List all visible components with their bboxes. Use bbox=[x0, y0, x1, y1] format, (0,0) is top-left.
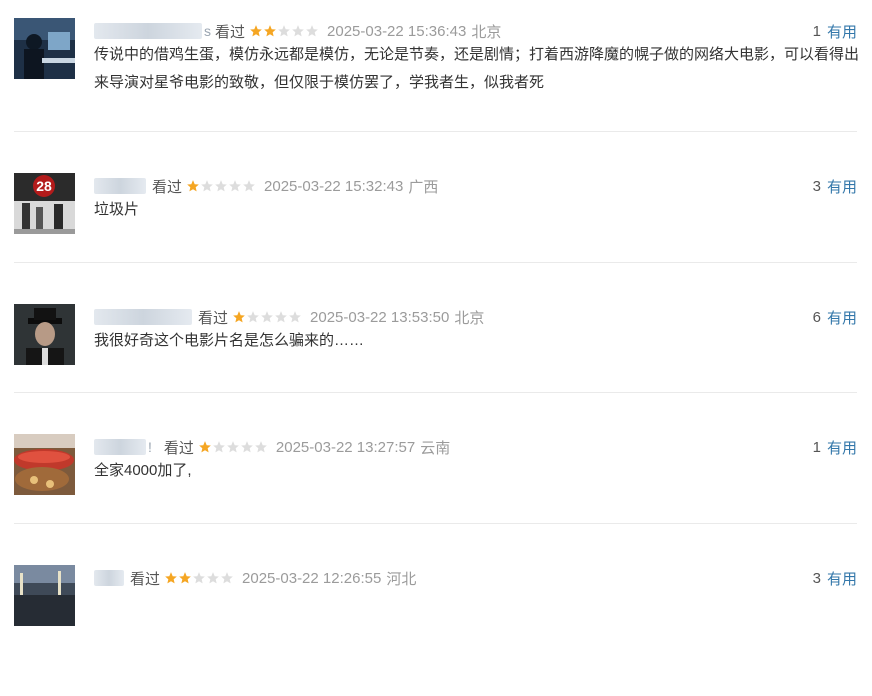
vote-area: 1 有用 bbox=[813, 20, 857, 42]
star-filled-icon bbox=[165, 572, 177, 584]
vote-count: 6 bbox=[812, 308, 821, 326]
comment-location: 北京 bbox=[454, 309, 485, 327]
user-avatar[interactable] bbox=[14, 304, 75, 365]
comment-time: 2025-03-22 13:27:57 bbox=[275, 438, 416, 456]
star-filled-icon bbox=[187, 180, 199, 192]
watched-label: 看过 bbox=[198, 309, 229, 327]
man-in-hat-avatar bbox=[14, 304, 75, 365]
comment-divider bbox=[14, 131, 857, 132]
username-blurred[interactable] bbox=[94, 23, 202, 39]
username-blurred[interactable] bbox=[94, 439, 146, 455]
star-empty-icon bbox=[292, 25, 304, 37]
comment-text: 全家4000加了, bbox=[94, 462, 192, 479]
watched-label: 看过 bbox=[130, 570, 161, 588]
comment-item: 28 看过 2025-03-22 15:32:43 广西 3 有用 垃圾片 bbox=[0, 173, 872, 304]
watched-label: 看过 bbox=[215, 23, 246, 41]
useful-button[interactable]: 有用 bbox=[827, 437, 857, 458]
comment-meta: s 看过 2025-03-22 15:36:43 北京 bbox=[94, 20, 501, 42]
star-empty-icon bbox=[213, 441, 225, 453]
night-street-avatar bbox=[14, 565, 75, 626]
user-avatar[interactable] bbox=[14, 565, 75, 626]
comment-item: 看过 2025-03-22 13:53:50 北京 6 有用 我很好奇这个电影片… bbox=[0, 304, 872, 435]
comment-text: 垃圾片 bbox=[94, 201, 140, 218]
svg-text:28: 28 bbox=[36, 178, 52, 194]
star-empty-icon bbox=[289, 311, 301, 323]
useful-button[interactable]: 有用 bbox=[827, 568, 857, 589]
person-at-computer-avatar bbox=[14, 18, 75, 79]
rating-stars bbox=[249, 24, 319, 38]
comment-time: 2025-03-22 15:36:43 bbox=[327, 22, 467, 40]
user-avatar[interactable] bbox=[14, 434, 75, 495]
comment-divider bbox=[14, 392, 857, 393]
username-blurred[interactable] bbox=[94, 570, 124, 586]
star-empty-icon bbox=[306, 25, 318, 37]
useful-button[interactable]: 有用 bbox=[827, 307, 857, 328]
star-empty-icon bbox=[275, 311, 287, 323]
user-avatar[interactable] bbox=[14, 18, 75, 79]
comment-text: 传说中的借鸡生蛋，模仿永远都是模仿，无论是节奏，还是剧情；打着西游降魔的幌子做的… bbox=[94, 46, 860, 91]
movie-poster-28-avatar: 28 bbox=[14, 173, 75, 234]
star-empty-icon bbox=[241, 441, 253, 453]
star-empty-icon bbox=[278, 25, 290, 37]
comment-divider bbox=[14, 262, 857, 263]
rating-stars bbox=[164, 571, 234, 585]
vote-count: 3 bbox=[812, 177, 821, 195]
username-blurred[interactable] bbox=[94, 178, 146, 194]
username-tail: s bbox=[204, 23, 211, 39]
comment-location: 北京 bbox=[471, 23, 502, 41]
comment-meta: 看过 2025-03-22 12:26:55 河北 bbox=[94, 567, 416, 589]
watched-label: 看过 bbox=[152, 178, 183, 196]
star-empty-icon bbox=[229, 180, 241, 192]
star-empty-icon bbox=[193, 572, 205, 584]
comment-divider bbox=[14, 523, 857, 524]
comment-item: 看过 2025-03-22 12:26:55 河北 3 有用 bbox=[0, 565, 872, 696]
comment-item: ! 看过 2025-03-22 13:27:57 云南 1 有用 全家4000加… bbox=[0, 434, 872, 565]
comment-time: 2025-03-22 12:26:55 bbox=[242, 569, 382, 587]
vote-area: 3 有用 bbox=[813, 175, 857, 197]
star-empty-icon bbox=[215, 180, 227, 192]
comment-meta: 看过 2025-03-22 15:32:43 广西 bbox=[94, 175, 438, 197]
useful-button[interactable]: 有用 bbox=[827, 176, 857, 197]
username-tail: ! bbox=[148, 439, 152, 455]
vote-count: 1 bbox=[812, 22, 821, 40]
vote-area: 1 有用 bbox=[813, 436, 857, 458]
sausages-food-avatar bbox=[14, 434, 75, 495]
username-blurred[interactable] bbox=[94, 309, 192, 325]
vote-count: 3 bbox=[812, 569, 821, 587]
vote-area: 3 有用 bbox=[813, 567, 857, 589]
comment-meta: 看过 2025-03-22 13:53:50 北京 bbox=[94, 306, 484, 328]
star-empty-icon bbox=[227, 441, 239, 453]
watched-label: 看过 bbox=[163, 439, 194, 457]
comment-list: s 看过 2025-03-22 15:36:43 北京 1 有用 传说中的借鸡生… bbox=[0, 0, 872, 626]
star-filled-icon bbox=[199, 441, 211, 453]
rating-stars bbox=[186, 179, 256, 193]
star-empty-icon bbox=[207, 572, 219, 584]
vote-count: 1 bbox=[812, 438, 821, 456]
star-filled-icon bbox=[233, 311, 245, 323]
rating-stars bbox=[232, 310, 302, 324]
comment-item: s 看过 2025-03-22 15:36:43 北京 1 有用 传说中的借鸡生… bbox=[0, 18, 872, 149]
user-avatar[interactable]: 28 bbox=[14, 173, 75, 234]
comment-time: 2025-03-22 13:53:50 bbox=[310, 308, 450, 326]
comment-meta: ! 看过 2025-03-22 13:27:57 云南 bbox=[94, 436, 450, 458]
rating-stars bbox=[198, 440, 268, 454]
star-empty-icon bbox=[255, 441, 267, 453]
star-filled-icon bbox=[250, 25, 262, 37]
star-empty-icon bbox=[221, 572, 233, 584]
comment-location: 河北 bbox=[386, 570, 417, 588]
comment-text: 我很好奇这个电影片名是怎么骗来的…… bbox=[94, 332, 365, 349]
star-empty-icon bbox=[243, 180, 255, 192]
star-empty-icon bbox=[261, 311, 273, 323]
comment-location: 广西 bbox=[408, 178, 439, 196]
star-empty-icon bbox=[201, 180, 213, 192]
useful-button[interactable]: 有用 bbox=[827, 21, 857, 42]
vote-area: 6 有用 bbox=[813, 306, 857, 328]
star-empty-icon bbox=[247, 311, 259, 323]
comment-time: 2025-03-22 15:32:43 bbox=[264, 177, 404, 195]
comment-location: 云南 bbox=[420, 439, 451, 457]
star-filled-icon bbox=[264, 25, 276, 37]
star-filled-icon bbox=[179, 572, 191, 584]
